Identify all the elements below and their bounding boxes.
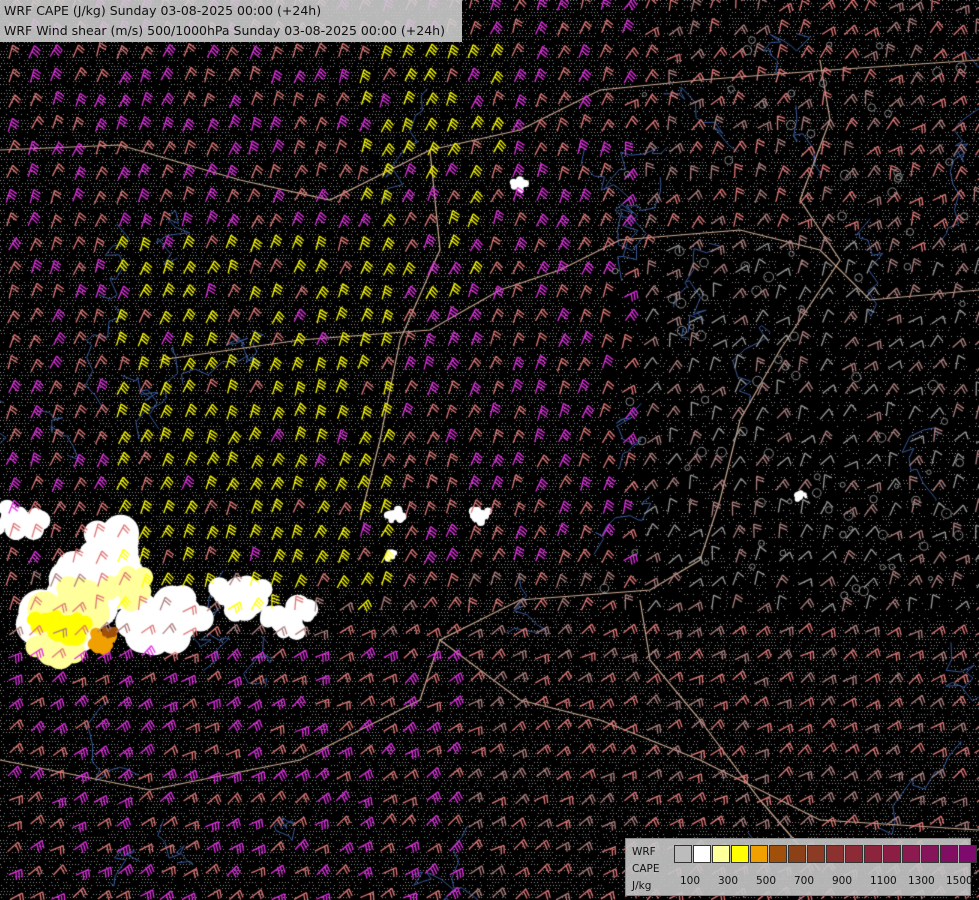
cape-legend: WRF CAPE J/kg 100 300 500 700 900 1100 1300 150… bbox=[625, 838, 977, 896]
legend-tick: 1500 bbox=[946, 875, 973, 887]
wind-shear-title: WRF Wind shear (m/s) 500/1000hPa Sunday … bbox=[4, 23, 445, 38]
legend-color-scale bbox=[674, 845, 978, 863]
legend-tick: 100 bbox=[680, 875, 701, 887]
legend-swatch bbox=[845, 845, 863, 863]
legend-unit-label: J/kg bbox=[632, 880, 652, 892]
legend-tick: 300 bbox=[718, 875, 739, 887]
legend-tick-labels: 100 300 500 700 900 1100 1300 1500 bbox=[674, 875, 973, 889]
legend-swatch bbox=[826, 845, 844, 863]
legend-swatch bbox=[902, 845, 920, 863]
cape-title: WRF CAPE (J/kg) Sunday 03-08-2025 00:00 … bbox=[4, 3, 322, 18]
legend-swatch bbox=[883, 845, 901, 863]
legend-swatch bbox=[864, 845, 882, 863]
legend-swatch bbox=[769, 845, 787, 863]
legend-swatch bbox=[693, 845, 711, 863]
legend-swatch bbox=[750, 845, 768, 863]
legend-model-label: WRF bbox=[632, 846, 656, 858]
legend-variable-label: CAPE bbox=[632, 863, 660, 875]
legend-swatch bbox=[712, 845, 730, 863]
legend-swatch bbox=[959, 845, 977, 863]
legend-swatch bbox=[731, 845, 749, 863]
legend-tick: 900 bbox=[832, 875, 853, 887]
legend-swatch bbox=[674, 845, 692, 863]
legend-swatch bbox=[940, 845, 958, 863]
legend-swatch bbox=[788, 845, 806, 863]
map-title-box: WRF CAPE (J/kg) Sunday 03-08-2025 00:00 … bbox=[0, 0, 462, 42]
legend-swatch bbox=[921, 845, 939, 863]
legend-tick: 1100 bbox=[870, 875, 897, 887]
legend-swatch bbox=[807, 845, 825, 863]
weather-map-canvas bbox=[0, 0, 979, 900]
legend-tick: 500 bbox=[756, 875, 777, 887]
legend-tick: 700 bbox=[794, 875, 815, 887]
legend-tick: 1300 bbox=[908, 875, 935, 887]
